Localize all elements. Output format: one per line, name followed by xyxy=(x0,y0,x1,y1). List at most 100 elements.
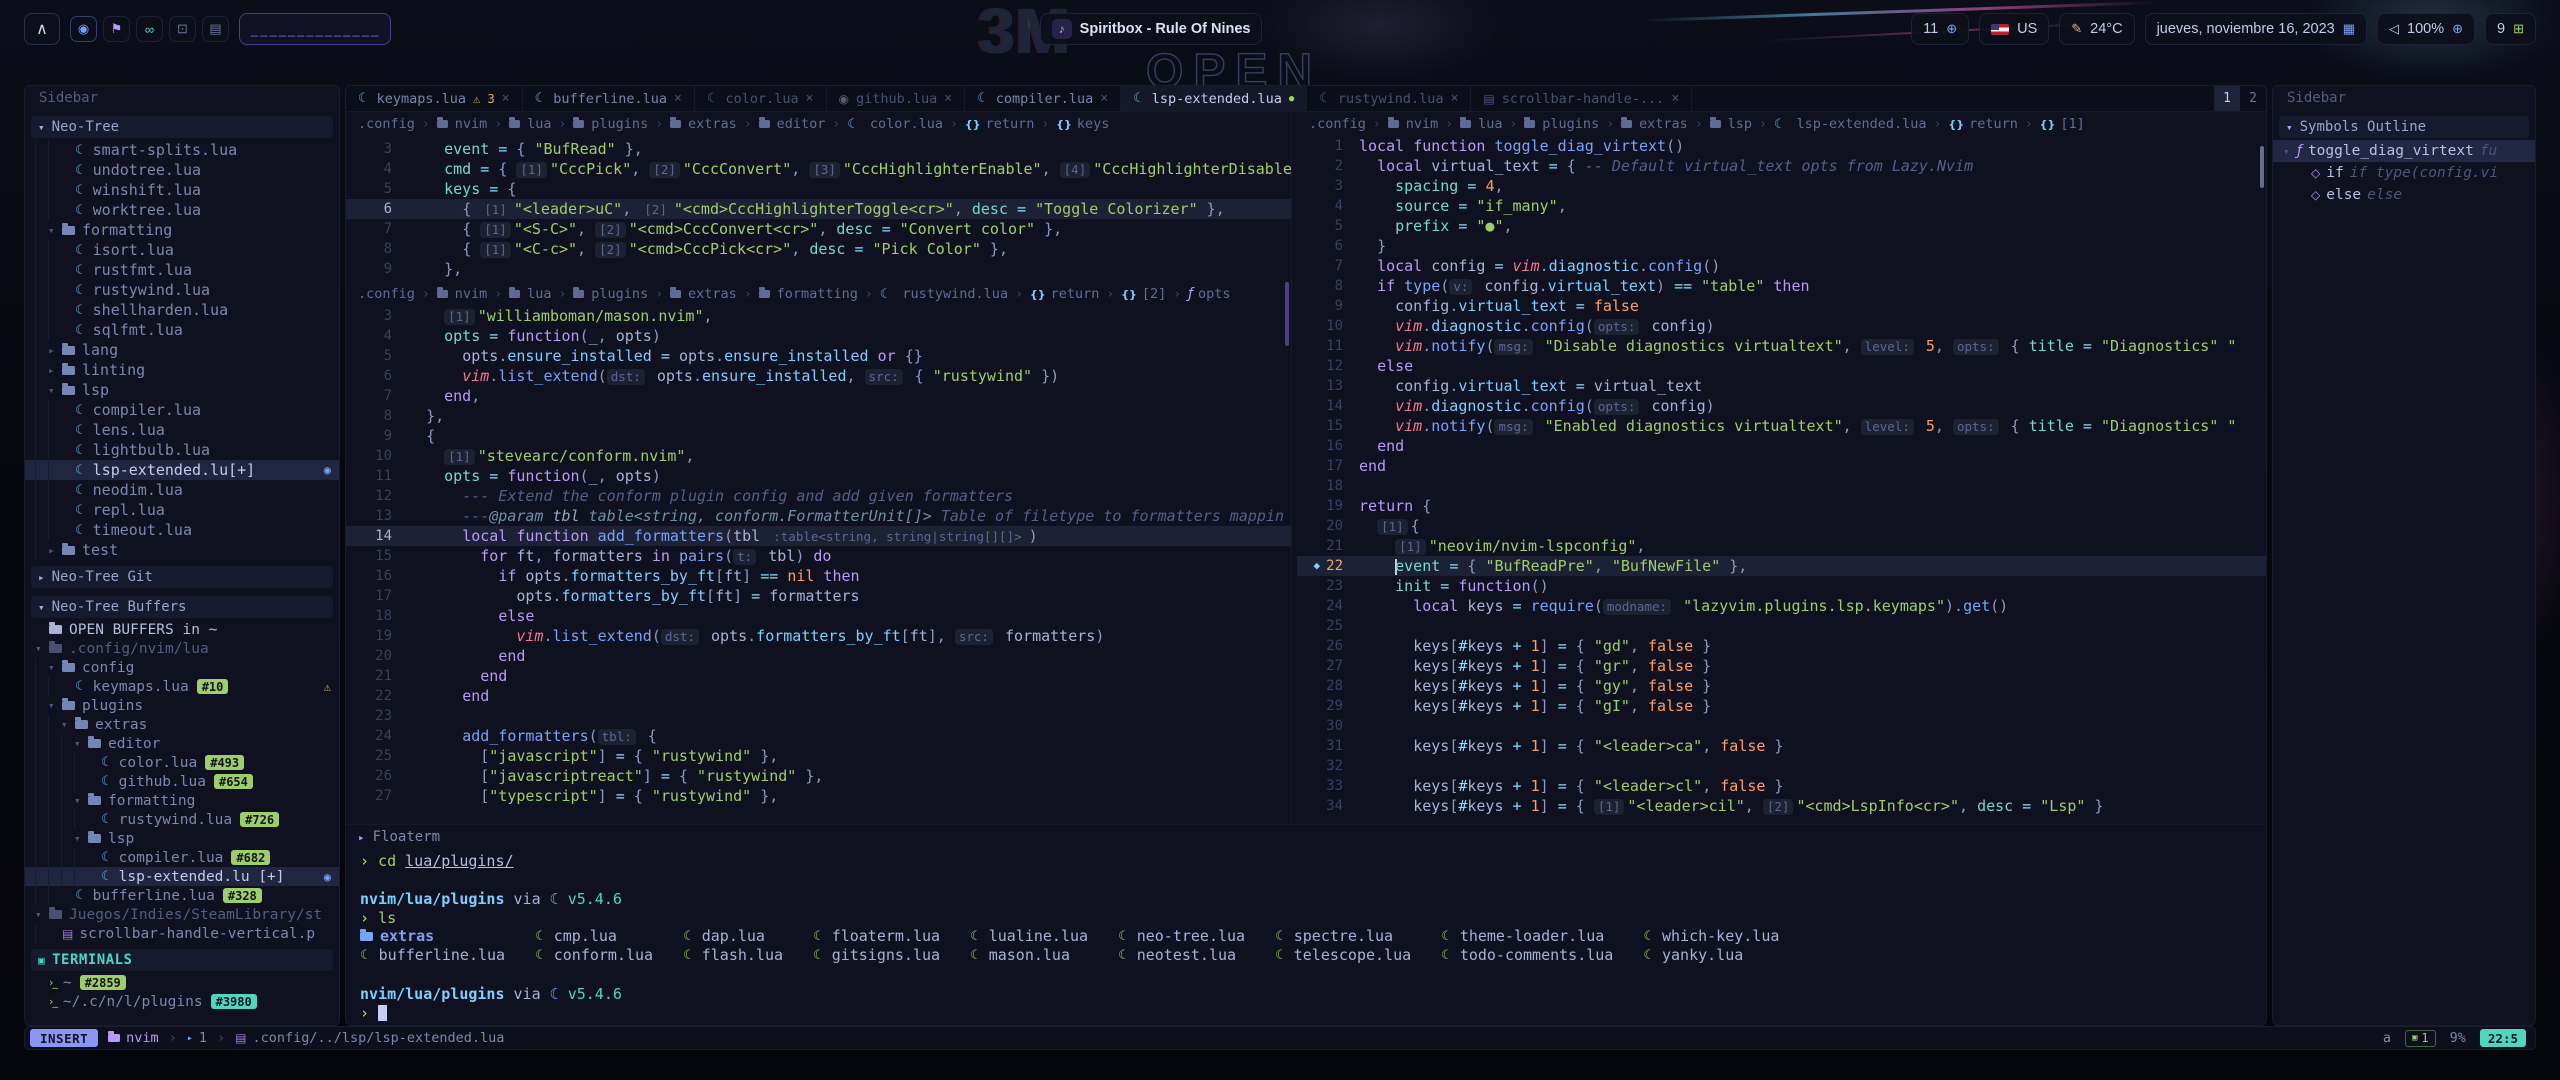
code-line[interactable]: 16 end xyxy=(1297,436,2266,456)
code-line[interactable]: 34 keys[#keys + 1] = { [1]"<leader>cil",… xyxy=(1297,796,2266,816)
code-line[interactable]: 25 ["javascript"] = { "rustywind" }, xyxy=(346,746,1291,766)
code-line[interactable]: 12 --- Extend the conform plugin config … xyxy=(346,486,1291,506)
floaterm-header[interactable]: ▸ Floaterm xyxy=(346,825,2266,849)
symbols-outline-header[interactable]: ▾Symbols Outline xyxy=(2279,116,2529,138)
launcher-button[interactable]: ∧ xyxy=(24,13,60,45)
breadcrumb-item[interactable]: formatting xyxy=(759,286,858,302)
tree-item[interactable]: ☾shellharden.lua xyxy=(25,300,339,320)
outline-item[interactable]: ◇ifif type(config.vi xyxy=(2273,162,2535,184)
code-line[interactable]: 25 xyxy=(1297,616,2266,636)
breadcrumb-item[interactable]: {}return xyxy=(1948,116,2017,132)
code-line[interactable]: 24 local keys = require(modname: "lazyvi… xyxy=(1297,596,2266,616)
code-line[interactable]: 26 ["javascriptreact"] = { "rustywind" }… xyxy=(346,766,1291,786)
code-line[interactable]: 9 config.virtual_text = false xyxy=(1297,296,2266,316)
code-line[interactable]: 18 xyxy=(1297,476,2266,496)
editor-tab[interactable]: ☾compiler.lua× xyxy=(965,86,1121,111)
code-line[interactable]: 28 keys[#keys + 1] = { "gy", false } xyxy=(1297,676,2266,696)
tree-item[interactable]: ☾repl.lua xyxy=(25,500,339,520)
code-line[interactable]: 23 xyxy=(346,706,1291,726)
code-line[interactable]: 5 prefix = "●", xyxy=(1297,216,2266,236)
breadcrumb-item[interactable]: {}[2] xyxy=(1121,286,1166,302)
code-line[interactable]: 13 ---@param tbl table<string, conform.F… xyxy=(346,506,1291,526)
tree-item[interactable]: ☾compiler.lua xyxy=(25,400,339,420)
workspace-icon[interactable]: ∞ xyxy=(136,16,163,42)
workspace-icon[interactable]: ◉ xyxy=(70,16,97,42)
tree-item[interactable]: ▾lsp xyxy=(25,380,339,400)
tree-item[interactable]: ▾formatting xyxy=(25,220,339,240)
close-tab-button[interactable]: × xyxy=(806,91,814,106)
code-line[interactable]: 21 end xyxy=(346,666,1291,686)
code-line[interactable]: 2 local virtual_text = { -- Default virt… xyxy=(1297,156,2266,176)
code-line[interactable]: 29 keys[#keys + 1] = { "gI", false } xyxy=(1297,696,2266,716)
editor-tab[interactable]: ☾rustywind.lua× xyxy=(1307,86,1471,111)
breadcrumb-item[interactable]: lsp xyxy=(1710,116,1752,132)
code-line[interactable]: 3 [1]"williamboman/mason.nvim", xyxy=(346,306,1291,326)
outline-item[interactable]: ◇elseelse xyxy=(2273,184,2535,206)
code-line[interactable]: 17end xyxy=(1297,456,2266,476)
keyboard-layout-chip[interactable]: US xyxy=(1979,13,2049,45)
breadcrumb-item[interactable]: editor xyxy=(759,116,826,132)
code-line[interactable]: 20 end xyxy=(346,646,1291,666)
media-widget[interactable]: ♪ Spiritbox - Rule Of Nines xyxy=(1040,13,1263,45)
date-chip[interactable]: jueves, noviembre 16, 2023▦ xyxy=(2145,13,2367,45)
code-line[interactable]: 3 spacing = 4, xyxy=(1297,176,2266,196)
editor-tab[interactable]: ☾lsp-extended.lua● xyxy=(1121,86,1307,111)
tree-item[interactable]: OPEN BUFFERS in ~ xyxy=(25,620,339,639)
code-line[interactable]: 7 { [1]"<S-C>", [2]"<cmd>CccConvert<cr>"… xyxy=(346,219,1291,239)
code-line[interactable]: 8 { [1]"<C-c>", [2]"<cmd>CccPick<cr>", d… xyxy=(346,239,1291,259)
code-line[interactable]: 27 keys[#keys + 1] = { "gr", false } xyxy=(1297,656,2266,676)
breadcrumb-item[interactable]: .config xyxy=(358,116,415,132)
breadcrumb-item[interactable]: ☾lsp-extended.lua xyxy=(1774,116,1927,132)
code-line[interactable]: 11 opts = function(_, opts) xyxy=(346,466,1291,486)
code-line[interactable]: 33 keys[#keys + 1] = { "<leader>cl", fal… xyxy=(1297,776,2266,796)
code-line[interactable]: 11 vim.notify(msg: "Disable diagnostics … xyxy=(1297,336,2266,356)
editor-tab[interactable]: ☾bufferline.lua× xyxy=(523,86,695,111)
breadcrumb-item[interactable]: {}keys xyxy=(1056,116,1109,132)
terminals-section-header[interactable]: ▣TERMINALS xyxy=(31,949,333,971)
code-line[interactable]: 19 vim.list_extend(dst: opts.formatters_… xyxy=(346,626,1291,646)
code-line[interactable]: 13 config.virtual_text = virtual_text xyxy=(1297,376,2266,396)
code-line[interactable]: 12 else xyxy=(1297,356,2266,376)
code-line[interactable]: 5 opts.ensure_installed = opts.ensure_in… xyxy=(346,346,1291,366)
tree-item[interactable]: ▾extras xyxy=(25,715,339,734)
breadcrumb-item[interactable]: {}[1] xyxy=(2040,116,2085,132)
breadcrumb-item[interactable]: nvim xyxy=(437,116,488,132)
terminal-output[interactable]: › cd lua/plugins/nvim/lua/plugins via ☾ … xyxy=(346,849,2266,1024)
tree-item[interactable]: ▸test xyxy=(25,540,339,560)
cwd-segment[interactable]: nvim xyxy=(108,1030,159,1046)
tree-item[interactable]: ☾color.lua#493 xyxy=(25,753,339,772)
tree-item[interactable]: ☾rustywind.lua#726 xyxy=(25,810,339,829)
updates-chip[interactable]: 11⊕ xyxy=(1911,13,1969,45)
close-tab-button[interactable]: × xyxy=(944,91,952,106)
breadcrumb-item[interactable]: {}return xyxy=(965,116,1034,132)
code-line[interactable]: 15 vim.notify(msg: "Enabled diagnostics … xyxy=(1297,416,2266,436)
code-line[interactable]: 24 add_formatters(tbl: { xyxy=(346,726,1291,746)
tree-item[interactable]: ☾compiler.lua#682 xyxy=(25,848,339,867)
tree-item[interactable]: ▾.config/nvim/lua xyxy=(25,639,339,658)
tree-item[interactable]: ▾Juegos/Indies/SteamLibrary/st xyxy=(25,905,339,924)
volume-chip[interactable]: ◁100%⊕ xyxy=(2377,13,2475,45)
breadcrumb-item[interactable]: extras xyxy=(1621,116,1688,132)
code-line[interactable]: 22 end xyxy=(346,686,1291,706)
breadcrumb-item[interactable]: nvim xyxy=(437,286,488,302)
code-line[interactable]: 14 local function add_formatters(tbl :ta… xyxy=(346,526,1291,546)
close-tab-button[interactable]: × xyxy=(674,91,682,106)
code-line[interactable]: 9 { xyxy=(346,426,1291,446)
code-line[interactable]: ◆22 event = { "BufReadPre", "BufNewFile"… xyxy=(1297,556,2266,576)
code-line[interactable]: 3 event = { "BufRead" }, xyxy=(346,139,1291,159)
code-line[interactable]: 9 }, xyxy=(346,259,1291,279)
code-line[interactable]: 21 [1]"neovim/nvim-lspconfig", xyxy=(1297,536,2266,556)
tree-item[interactable]: ☾lightbulb.lua xyxy=(25,440,339,460)
code-line[interactable]: 4 opts = function(_, opts) xyxy=(346,326,1291,346)
editor-color-lua[interactable]: 3 event = { "BufRead" },4 cmd = { [1]"Cc… xyxy=(346,136,1291,282)
code-line[interactable]: 10 [1]"stevearc/conform.nvim", xyxy=(346,446,1291,466)
tree-item[interactable]: ☾rustywind.lua xyxy=(25,280,339,300)
tree-item[interactable]: ▸linting xyxy=(25,360,339,380)
editor-lsp-extended-lua[interactable]: 1local function toggle_diag_virtext()2 l… xyxy=(1297,136,2266,824)
neotree-git-section-header[interactable]: ▸Neo-Tree Git xyxy=(31,566,333,588)
editor-tab[interactable]: ☾color.lua× xyxy=(695,86,827,111)
tray-chip[interactable]: 9⊞ xyxy=(2485,13,2536,45)
code-line[interactable]: 17 opts.formatters_by_ft[ft] = formatter… xyxy=(346,586,1291,606)
close-tab-button[interactable]: × xyxy=(502,91,510,106)
code-line[interactable]: 15 for ft, formatters in pairs(t: tbl) d… xyxy=(346,546,1291,566)
